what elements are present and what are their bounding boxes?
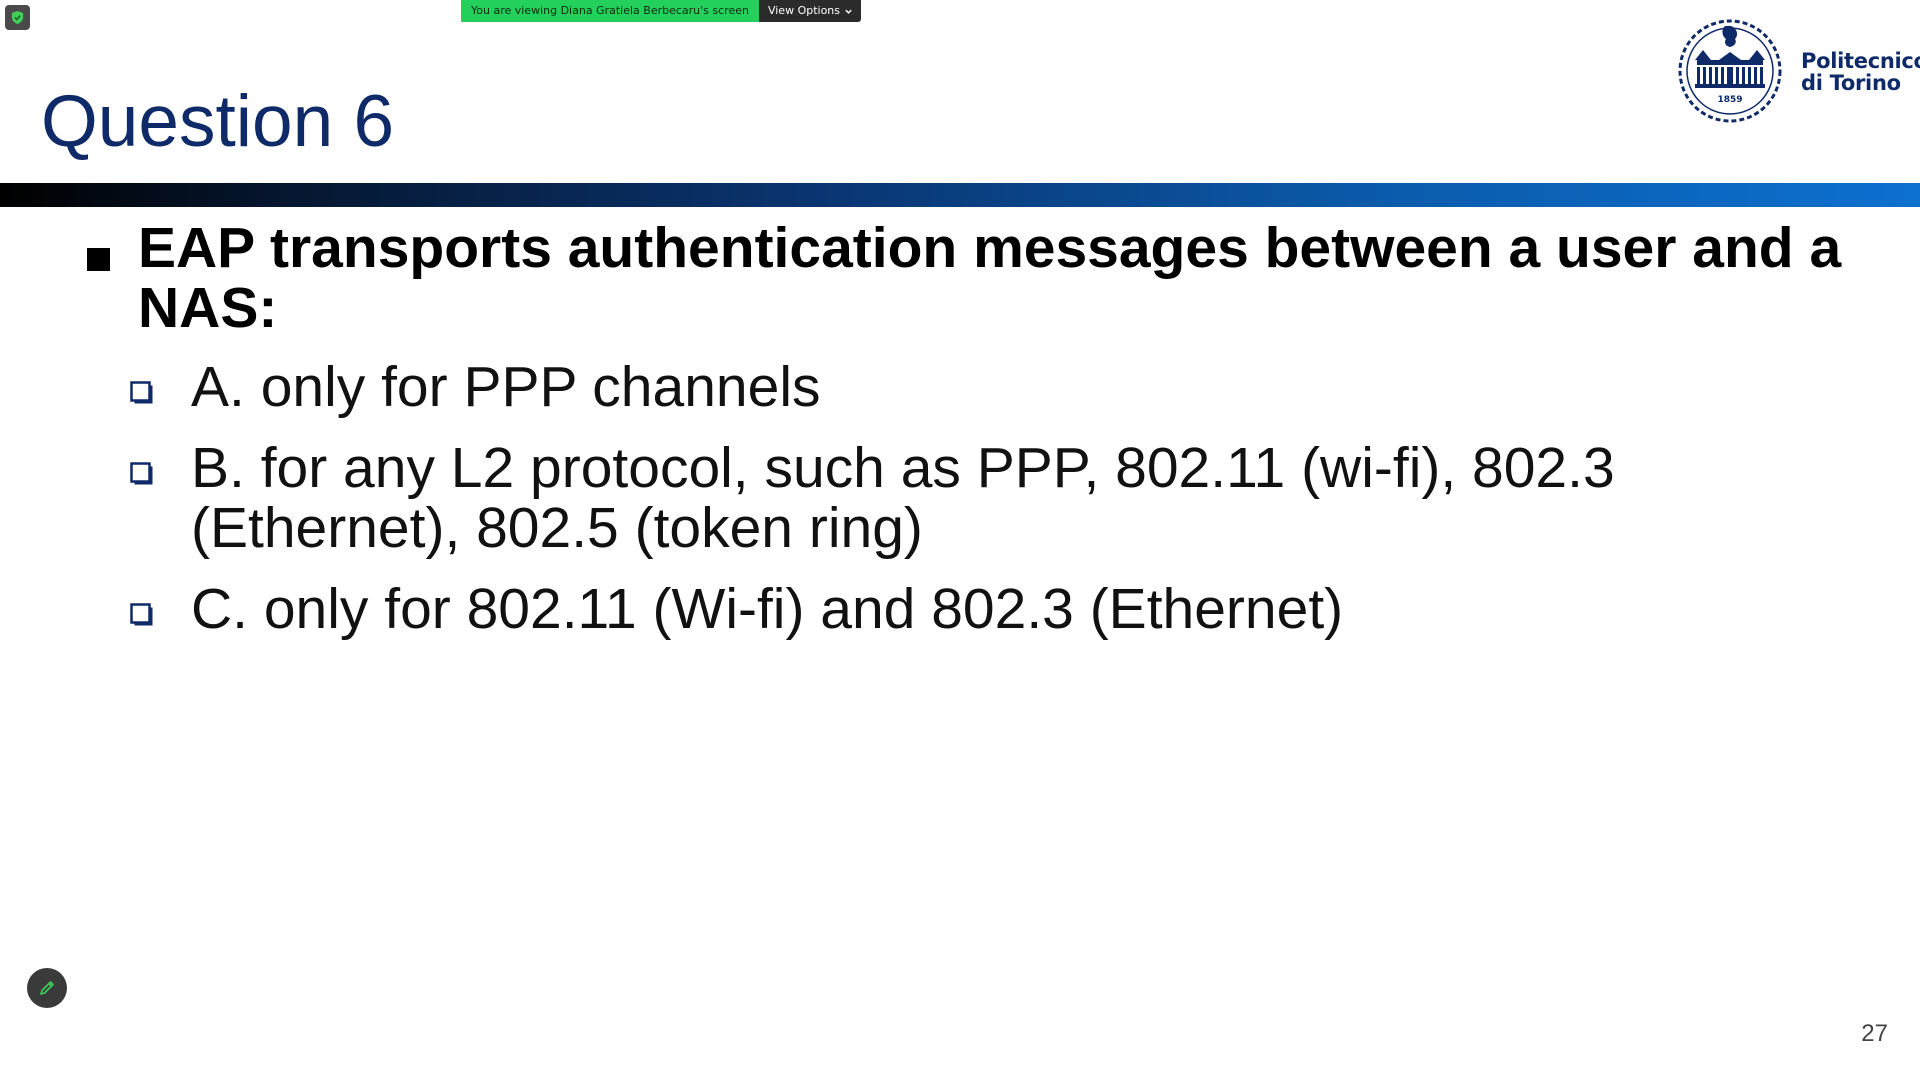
- option-c-text: C. only for 802.11 (Wi-fi) and 802.3 (Et…: [191, 577, 1344, 641]
- checkbox-icon: [130, 381, 153, 404]
- chevron-down-icon: [845, 9, 852, 14]
- option-b: B. for any L2 protocol, such as PPP, 802…: [129, 438, 1691, 558]
- logo-line-1: Politecnico: [1801, 49, 1920, 73]
- screen-share-banner: You are viewing Diana Gratiela Berbecaru…: [461, 0, 862, 22]
- title-divider-bar: [0, 183, 1920, 207]
- logo-line-2: di Torino: [1801, 71, 1901, 95]
- checkbox-icon: [130, 603, 153, 626]
- shared-screen: You are viewing Diana Gratiela Berbecaru…: [0, 0, 1920, 1080]
- security-shield-button[interactable]: [5, 5, 30, 30]
- shield-check-icon: [11, 10, 24, 25]
- viewing-banner-text: You are viewing Diana Gratiela Berbecaru…: [461, 0, 759, 22]
- checkbox-icon: [130, 462, 153, 485]
- annotate-button[interactable]: [27, 968, 67, 1008]
- slide-body: EAP transports authentication messages b…: [85, 218, 1885, 660]
- answer-options: A. only for PPP channels B. for any L2 p…: [85, 357, 1885, 639]
- view-options-button[interactable]: View Options: [758, 0, 862, 22]
- slide-title: Question 6: [41, 81, 395, 162]
- pencil-icon: [40, 981, 54, 995]
- politecnico-logo: 1859 Politecnico di Torino: [1675, 16, 1920, 126]
- question-item: EAP transports authentication messages b…: [85, 218, 1918, 338]
- option-a-text: A. only for PPP channels: [191, 355, 821, 419]
- option-a: A. only for PPP channels: [129, 357, 1691, 417]
- university-seal-icon: 1859: [1678, 19, 1782, 123]
- question-text: EAP transports authentication messages b…: [138, 216, 1842, 340]
- option-c: C. only for 802.11 (Wi-fi) and 802.3 (Et…: [129, 579, 1691, 639]
- option-b-text: B. for any L2 protocol, such as PPP, 802…: [191, 436, 1615, 560]
- view-options-label: View Options: [767, 4, 841, 17]
- square-bullet-icon: [87, 248, 110, 271]
- logo-wordmark: Politecnico di Torino: [1801, 50, 1920, 94]
- logo-year: 1859: [1717, 95, 1742, 105]
- page-number: 27: [1861, 1020, 1888, 1047]
